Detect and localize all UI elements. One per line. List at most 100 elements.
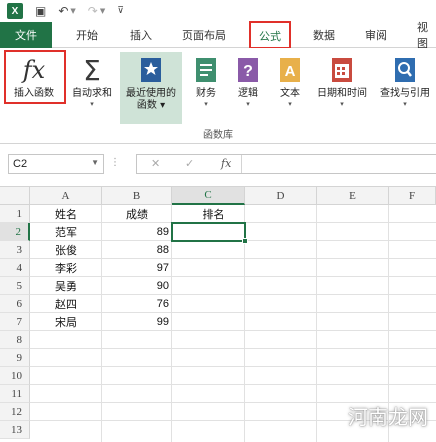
cell-b6[interactable]: 76 bbox=[102, 295, 172, 313]
tab-data[interactable]: 数据 bbox=[313, 22, 335, 48]
autosum-button[interactable]: Σ 自动求和 ▾ bbox=[66, 52, 118, 124]
formula-input-area: ✕ ✓ fx bbox=[136, 154, 436, 174]
gridline bbox=[30, 384, 436, 385]
cancel-icon[interactable]: ✕ bbox=[151, 157, 160, 170]
tab-page-layout[interactable]: 页面布局 bbox=[182, 22, 226, 48]
row-header-9[interactable]: 9 bbox=[0, 349, 30, 367]
cell-b3[interactable]: 88 bbox=[102, 241, 172, 259]
svg-text:?: ? bbox=[243, 63, 253, 80]
sigma-icon: Σ bbox=[83, 53, 101, 87]
ribbon-tabs: 文件 开始 插入 页面布局 公式 数据 审阅 视图 bbox=[0, 21, 436, 50]
redo-icon[interactable]: ↷ bbox=[88, 4, 98, 18]
autosum-label: 自动求和 bbox=[72, 88, 112, 99]
lookup-reference-dropdown-icon[interactable]: ▾ bbox=[403, 100, 407, 109]
cell-a7[interactable]: 宋局 bbox=[30, 313, 102, 331]
name-box-dropdown-icon[interactable]: ▼ bbox=[91, 158, 99, 167]
cell-a1[interactable]: 姓名 bbox=[30, 205, 102, 223]
text-label: 文本 bbox=[280, 88, 300, 99]
row-header-10[interactable]: 10 bbox=[0, 367, 30, 385]
enter-icon[interactable]: ✓ bbox=[185, 157, 194, 170]
cell-a5[interactable]: 吴勇 bbox=[30, 277, 102, 295]
tab-file[interactable]: 文件 bbox=[0, 22, 52, 48]
financial-button[interactable]: 财务 ▾ bbox=[186, 52, 226, 124]
recently-used-label-2: 函数 ▾ bbox=[136, 100, 166, 111]
text-dropdown-icon[interactable]: ▾ bbox=[288, 100, 292, 109]
tab-insert[interactable]: 插入 bbox=[130, 22, 152, 48]
row-header-2[interactable]: 2 bbox=[0, 223, 30, 241]
row-header-3[interactable]: 3 bbox=[0, 241, 30, 259]
column-header-d[interactable]: D bbox=[245, 187, 317, 205]
watermark-text: 河南龙网 bbox=[348, 405, 428, 429]
save-icon[interactable]: ▣ bbox=[35, 4, 46, 18]
column-header-a[interactable]: A bbox=[30, 187, 102, 205]
svg-text:A: A bbox=[285, 63, 296, 80]
customize-qat-icon[interactable]: ⊽ bbox=[117, 6, 124, 16]
cell-b7[interactable]: 99 bbox=[102, 313, 172, 331]
text-button[interactable]: A 文本 ▾ bbox=[270, 52, 310, 124]
fx-icon-formula-bar[interactable]: fx bbox=[221, 157, 231, 170]
undo-dropdown-icon[interactable]: ▼ bbox=[70, 7, 75, 15]
formula-bar-splitter[interactable]: ⋮ bbox=[110, 157, 120, 168]
row-header-13[interactable]: 13 bbox=[0, 421, 30, 439]
cell-a4[interactable]: 李彩 bbox=[30, 259, 102, 277]
name-box[interactable]: C2 ▼ bbox=[8, 154, 104, 174]
cell-a3[interactable]: 张俊 bbox=[30, 241, 102, 259]
row-header-1[interactable]: 1 bbox=[0, 205, 30, 223]
row-header-4[interactable]: 4 bbox=[0, 259, 30, 277]
calendar-book-icon bbox=[329, 56, 355, 84]
excel-app-icon[interactable]: X bbox=[7, 3, 23, 19]
cell-b2[interactable]: 89 bbox=[102, 223, 172, 241]
financial-dropdown-icon[interactable]: ▾ bbox=[204, 100, 208, 109]
quick-access-toolbar: X ▣ ↶ ▼ ↷ ▼ ⊽ bbox=[0, 0, 436, 22]
date-time-button[interactable]: 日期和时间 ▾ bbox=[312, 52, 372, 124]
gridline bbox=[30, 366, 436, 367]
cell-a6[interactable]: 赵四 bbox=[30, 295, 102, 313]
tab-review[interactable]: 审阅 bbox=[365, 22, 387, 48]
recently-used-label-1: 最近使用的 bbox=[126, 88, 176, 99]
financial-book-icon bbox=[193, 56, 219, 84]
autosum-dropdown-icon[interactable]: ▾ bbox=[90, 100, 94, 109]
magnifier-book-icon bbox=[392, 56, 418, 84]
function-library-group-label: 函数库 bbox=[203, 130, 233, 141]
active-cell-c2[interactable] bbox=[171, 222, 248, 244]
cell-b1[interactable]: 成绩 bbox=[102, 205, 172, 223]
undo-icon[interactable]: ↶ bbox=[58, 4, 68, 18]
fx-icon: fx bbox=[22, 56, 46, 84]
row-header-11[interactable]: 11 bbox=[0, 385, 30, 403]
row-header-7[interactable]: 7 bbox=[0, 313, 30, 331]
cell-c1[interactable]: 排名 bbox=[172, 205, 245, 223]
tab-formulas[interactable]: 公式 bbox=[250, 22, 290, 49]
row-header-5[interactable]: 5 bbox=[0, 277, 30, 295]
insert-function-label: 插入函数 bbox=[14, 88, 54, 99]
redo-dropdown-icon[interactable]: ▼ bbox=[100, 7, 105, 15]
column-header-e[interactable]: E bbox=[317, 187, 389, 205]
financial-label: 财务 bbox=[196, 88, 216, 99]
column-header-c[interactable]: C bbox=[172, 187, 245, 205]
select-all-corner[interactable] bbox=[0, 187, 30, 205]
lookup-reference-label: 查找与引用 bbox=[380, 88, 430, 99]
gridline bbox=[30, 348, 436, 349]
cell-b5[interactable]: 90 bbox=[102, 277, 172, 295]
cell-a2[interactable]: 范军 bbox=[30, 223, 102, 241]
logical-button[interactable]: ? 逻辑 ▾ bbox=[228, 52, 268, 124]
formula-bar: C2 ▼ ⋮ ✕ ✓ fx bbox=[0, 144, 436, 186]
insert-function-button[interactable]: fx 插入函数 bbox=[4, 52, 64, 124]
column-header-f[interactable]: F bbox=[389, 187, 436, 205]
lookup-reference-button[interactable]: 查找与引用 ▾ bbox=[374, 52, 436, 124]
logical-dropdown-icon[interactable]: ▾ bbox=[246, 100, 250, 109]
cell-b4[interactable]: 97 bbox=[102, 259, 172, 277]
tab-home[interactable]: 开始 bbox=[76, 22, 98, 48]
row-header-8[interactable]: 8 bbox=[0, 331, 30, 349]
row-header-12[interactable]: 12 bbox=[0, 403, 30, 421]
fill-handle[interactable] bbox=[242, 238, 248, 244]
ribbon-formulas: fx 插入函数 Σ 自动求和 ▾ 最近使用的 函数 ▾ 财务 ▾ ? 逻辑 ▾ … bbox=[0, 48, 436, 144]
tab-view[interactable]: 视图 bbox=[417, 21, 436, 50]
row-header-6[interactable]: 6 bbox=[0, 295, 30, 313]
recently-used-button[interactable]: 最近使用的 函数 ▾ bbox=[120, 52, 182, 124]
text-book-icon: A bbox=[277, 56, 303, 84]
formula-divider bbox=[241, 155, 242, 173]
logical-label: 逻辑 bbox=[238, 88, 258, 99]
date-time-dropdown-icon[interactable]: ▾ bbox=[340, 100, 344, 109]
logical-book-icon: ? bbox=[235, 56, 261, 84]
column-header-b[interactable]: B bbox=[102, 187, 172, 205]
